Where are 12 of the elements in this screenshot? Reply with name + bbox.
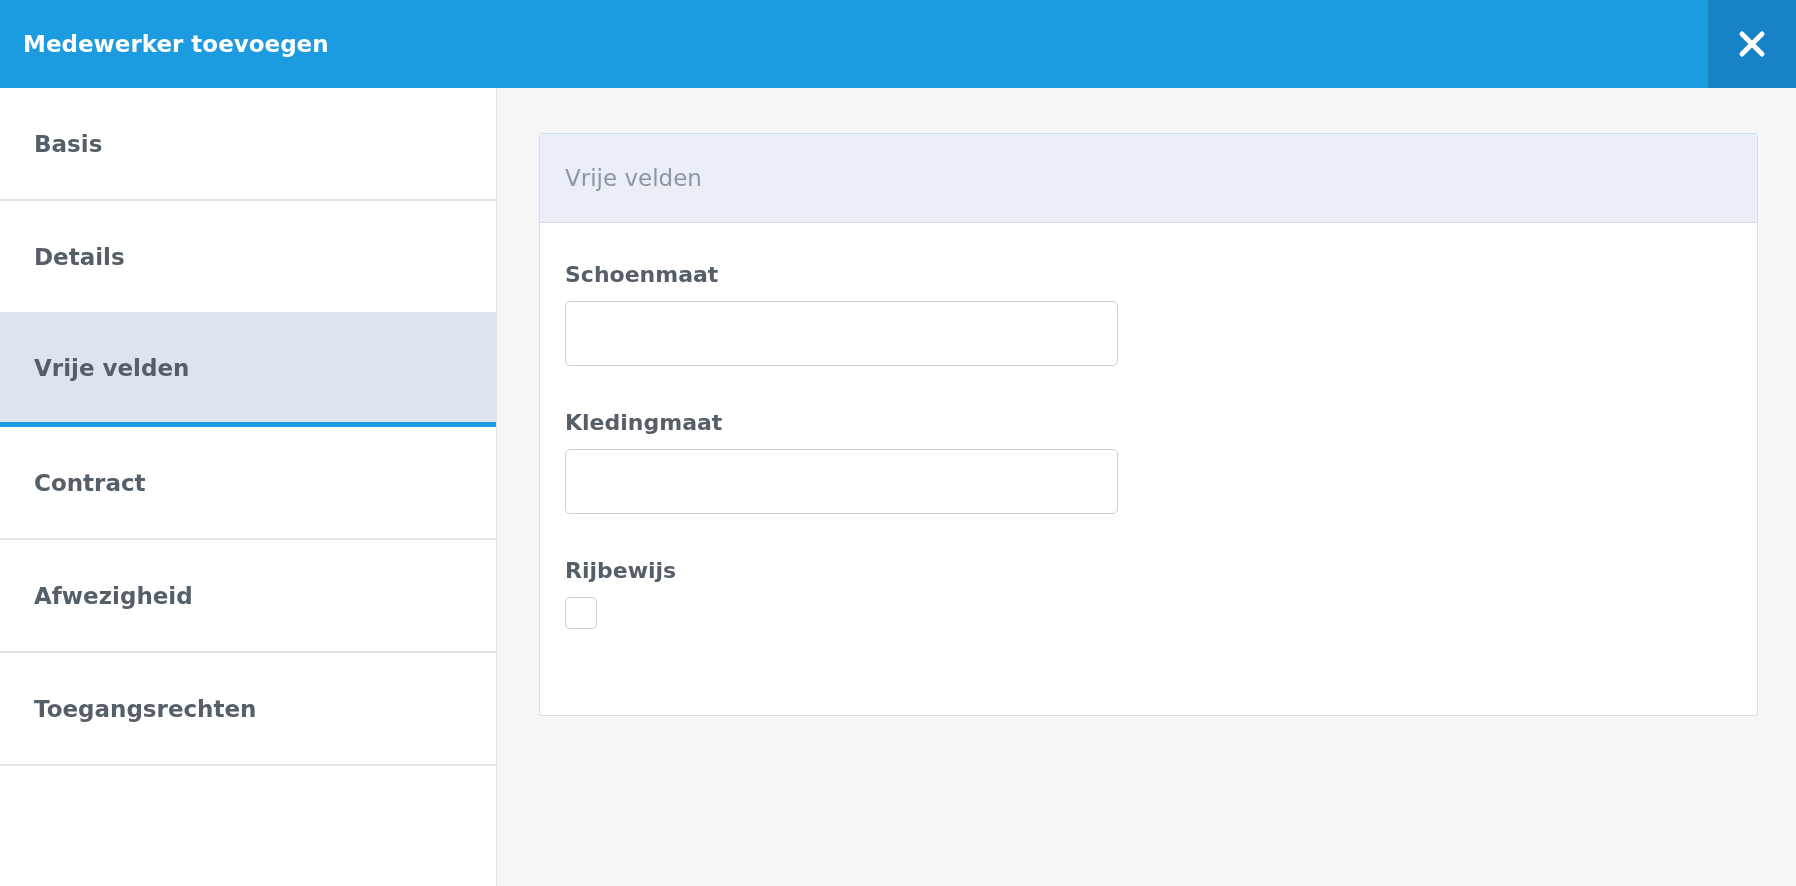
window-title: Medewerker toevoegen <box>22 31 329 57</box>
input-field[interactable] <box>565 301 1118 366</box>
field-label: Schoenmaat <box>565 262 719 287</box>
checkbox[interactable] <box>565 597 597 629</box>
field-label: Kledingmaat <box>565 410 723 435</box>
field-label: Rijbewijs <box>565 558 677 583</box>
close-icon <box>1738 30 1766 58</box>
card-title: Vrije velden <box>565 165 702 191</box>
close-button[interactable] <box>1708 0 1796 88</box>
sidebar-tab[interactable]: Basis <box>0 88 496 201</box>
sidebar-tab[interactable]: Vrije velden <box>0 314 496 427</box>
input-field[interactable] <box>565 449 1118 514</box>
